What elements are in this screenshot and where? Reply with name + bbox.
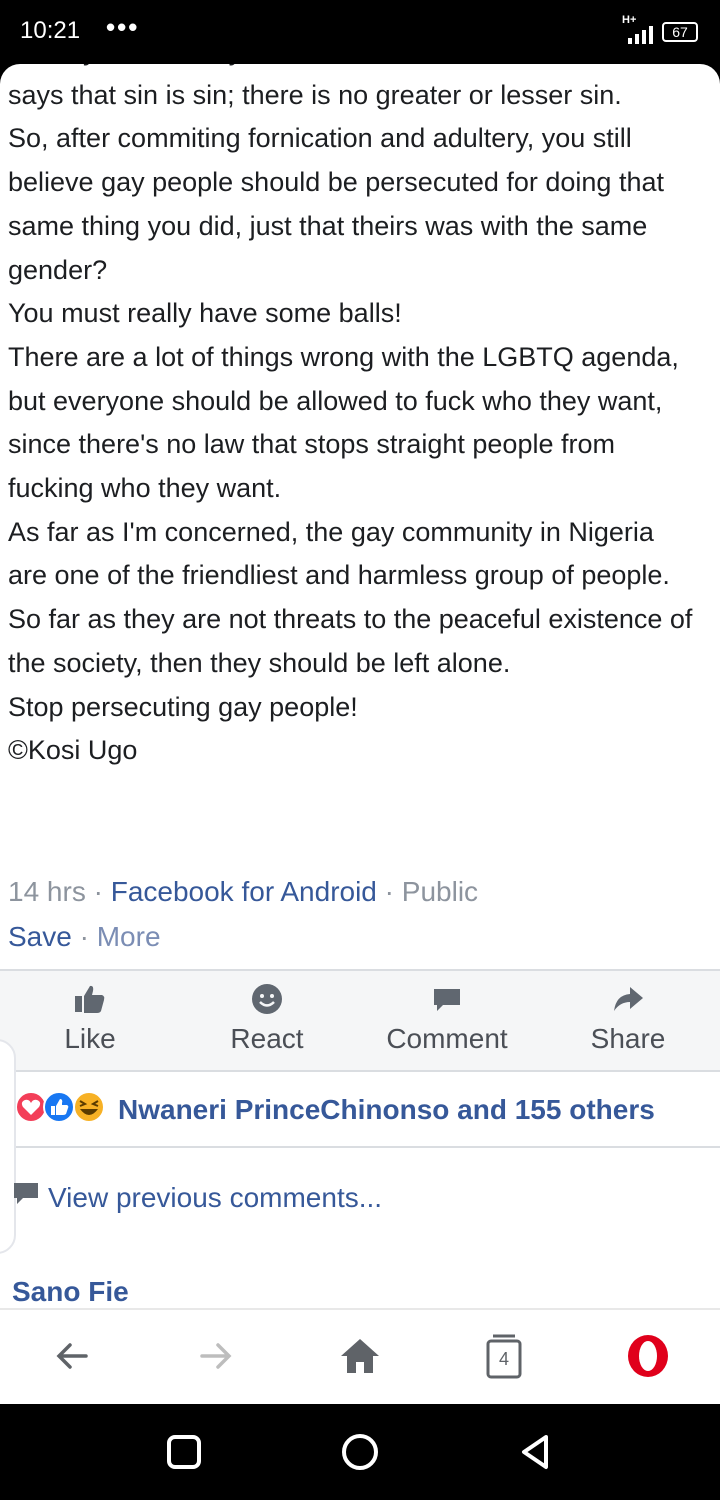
haha-reaction-icon — [73, 1091, 105, 1123]
more-link[interactable]: More — [97, 921, 161, 952]
post-meta: 14 hrs · Facebook for Android · Public — [8, 876, 478, 908]
post-time[interactable]: 14 hrs — [8, 876, 86, 907]
comment-button[interactable]: Comment — [357, 971, 537, 1071]
like-reaction-icon — [43, 1091, 75, 1123]
post-paragraph: There are a lot of things wrong with the… — [8, 341, 679, 504]
forward-arrow-icon[interactable] — [192, 1332, 240, 1380]
reactions-summary[interactable]: Nwaneri PrinceChinonso and 155 others — [0, 1072, 720, 1148]
home-circle-icon[interactable] — [340, 1432, 380, 1472]
tabs-button[interactable]: 4 — [480, 1332, 528, 1380]
comment-author-name[interactable]: Sano Fie — [12, 1276, 129, 1308]
post-paragraph: Stop persecuting gay people! — [8, 691, 358, 722]
home-icon[interactable] — [336, 1332, 384, 1380]
love-reaction-icon — [15, 1091, 47, 1123]
comment-icon — [434, 989, 460, 1011]
battery-level: 67 — [672, 24, 688, 40]
share-arrow-icon — [614, 987, 643, 1011]
post-paragraph: As far as I'm concerned, the gay communi… — [8, 516, 693, 678]
system-navigation-bar — [0, 1404, 720, 1500]
view-previous-comments-text: View previous comments... — [48, 1182, 383, 1213]
separator: · — [376, 876, 402, 907]
battery-icon: 67 — [662, 22, 698, 42]
post-options: Save · More — [8, 921, 161, 953]
reaction-icons — [15, 1091, 105, 1123]
facebook-post-page: country and it really baffles me, becaus… — [0, 64, 720, 1308]
post-source-link[interactable]: Facebook for Android — [111, 876, 377, 907]
react-label: React — [230, 1023, 304, 1054]
like-button[interactable]: Like — [0, 971, 180, 1071]
recent-apps-icon[interactable] — [164, 1432, 204, 1472]
opera-menu-icon[interactable] — [624, 1332, 672, 1380]
share-label: Share — [590, 1023, 666, 1054]
separator: · — [85, 876, 111, 907]
separator: · — [71, 921, 97, 952]
back-triangle-icon[interactable] — [516, 1432, 556, 1472]
tabs-count: 4 — [498, 1349, 509, 1369]
comment-label: Comment — [386, 1023, 508, 1054]
smiley-icon — [252, 984, 282, 1014]
reactions-summary-text: Nwaneri PrinceChinonso and 155 others — [118, 1094, 655, 1125]
post-paragraph: You must really have some balls! — [8, 298, 402, 329]
back-arrow-icon[interactable] — [48, 1332, 96, 1380]
post-paragraph: So, after commiting fornication and adul… — [8, 123, 664, 285]
comment-icon — [14, 1183, 38, 1204]
save-link[interactable]: Save — [8, 921, 72, 952]
post-action-bar: Like React Comment Share — [0, 969, 720, 1072]
side-panel-handle[interactable] — [0, 1039, 16, 1254]
browser-toolbar: 4 — [0, 1308, 720, 1404]
post-signature: ©Kosi Ugo — [8, 735, 138, 766]
thumbs-up-icon — [75, 985, 105, 1013]
like-label: Like — [64, 1023, 116, 1054]
signal-icon — [628, 26, 653, 44]
notification-dots-icon: ••• — [106, 12, 140, 42]
post-privacy: Public — [401, 876, 479, 907]
post-paragraph: country and it really baffles me, becaus… — [8, 64, 669, 110]
status-bar: 10:21 ••• H+ 67 — [0, 0, 720, 64]
react-button[interactable]: React — [177, 971, 357, 1071]
share-button[interactable]: Share — [538, 971, 718, 1071]
status-time: 10:21 — [20, 17, 81, 44]
post-body: country and it really baffles me, becaus… — [8, 64, 698, 773]
